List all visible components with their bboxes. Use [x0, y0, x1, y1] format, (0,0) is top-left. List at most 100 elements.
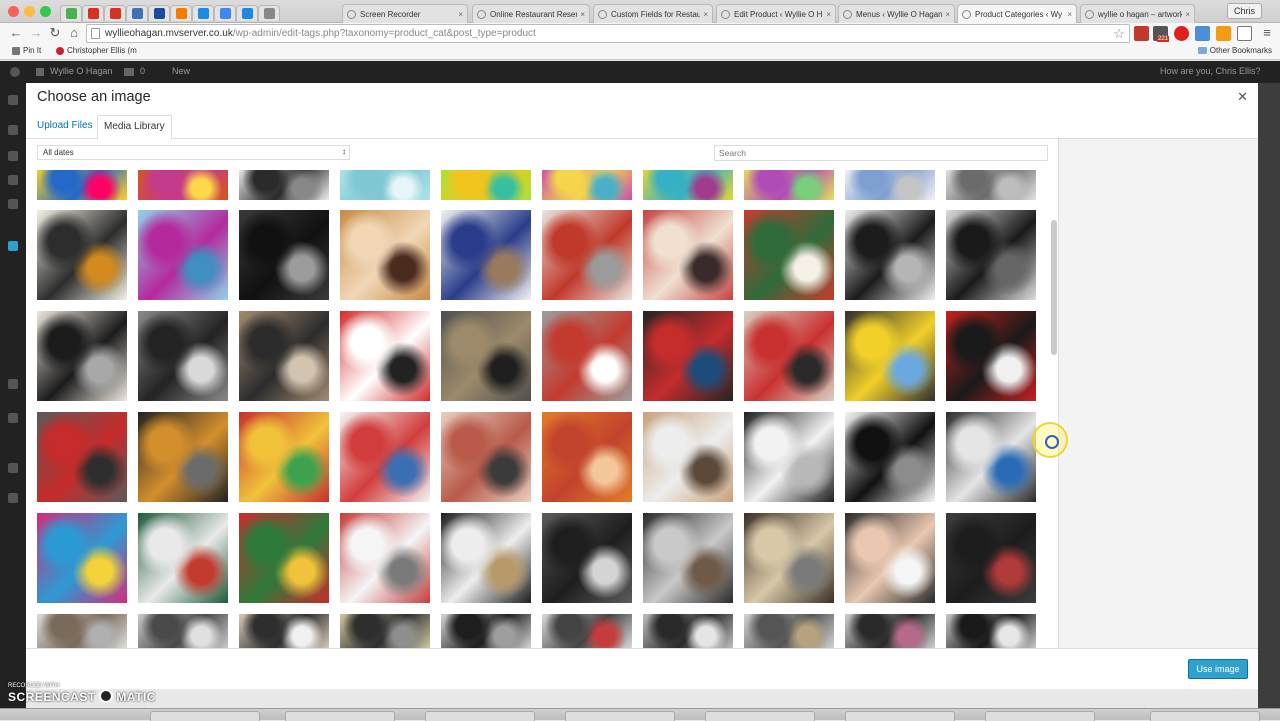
- zoom-window-icon[interactable]: [40, 6, 51, 17]
- pinned-tab[interactable]: [214, 5, 236, 21]
- media-thumbnail[interactable]: [643, 513, 733, 603]
- media-thumbnail[interactable]: [37, 412, 127, 502]
- browser-tab[interactable]: Menus ‹ Wyllie O Hagan ×: [838, 4, 955, 23]
- media-thumbnail[interactable]: [542, 311, 632, 401]
- close-window-icon[interactable]: [8, 6, 19, 17]
- menu-icon[interactable]: ≡: [1259, 25, 1275, 41]
- media-thumbnail[interactable]: [744, 210, 834, 300]
- media-thumbnail[interactable]: [542, 513, 632, 603]
- extension-new-icon[interactable]: [1195, 26, 1210, 41]
- media-thumbnail[interactable]: [340, 170, 430, 200]
- media-thumbnail[interactable]: [744, 311, 834, 401]
- media-thumbnail[interactable]: [946, 614, 1036, 648]
- tab-close-icon[interactable]: ×: [458, 10, 463, 19]
- pinned-tab[interactable]: [82, 5, 104, 21]
- media-thumbnail[interactable]: [138, 311, 228, 401]
- extension-mail-icon[interactable]: [1134, 26, 1149, 41]
- home-icon[interactable]: ⌂: [66, 25, 82, 41]
- extension-feed-icon[interactable]: [1216, 26, 1231, 41]
- home-icon[interactable]: [36, 68, 44, 76]
- browser-tab[interactable]: Custom Fields for Restau ×: [593, 4, 713, 23]
- media-thumbnail[interactable]: [239, 614, 329, 648]
- browser-tab[interactable]: Edit Product ‹ Wyllie O H ×: [716, 4, 836, 23]
- media-thumbnail[interactable]: [845, 513, 935, 603]
- media-thumbnail[interactable]: [643, 210, 733, 300]
- media-thumbnail[interactable]: [643, 311, 733, 401]
- comments-icon[interactable]: [124, 68, 134, 76]
- tab-close-icon[interactable]: ×: [703, 10, 708, 19]
- media-thumbnail[interactable]: [340, 210, 430, 300]
- media-thumbnail[interactable]: [37, 311, 127, 401]
- minimize-window-icon[interactable]: [24, 6, 35, 17]
- media-thumbnail[interactable]: [643, 170, 733, 200]
- pinned-tab[interactable]: [236, 5, 258, 21]
- media-thumbnail[interactable]: [542, 210, 632, 300]
- tab-close-icon[interactable]: ×: [826, 10, 831, 19]
- pinned-tab[interactable]: [258, 5, 280, 21]
- media-thumbnail[interactable]: [845, 614, 935, 648]
- bookmark-star-icon[interactable]: ☆: [1113, 26, 1125, 42]
- media-thumbnail[interactable]: [946, 311, 1036, 401]
- media-thumbnail[interactable]: [441, 513, 531, 603]
- pinned-tab[interactable]: [148, 5, 170, 21]
- address-bar[interactable]: wyllieohagan.mvserver.co.uk/wp-admin/edi…: [86, 24, 1130, 43]
- media-thumbnail[interactable]: [138, 210, 228, 300]
- media-thumbnail[interactable]: [946, 513, 1036, 603]
- media-thumbnail[interactable]: [441, 170, 531, 200]
- media-thumbnail[interactable]: [946, 170, 1036, 200]
- pinned-tab[interactable]: [170, 5, 192, 21]
- media-thumbnail[interactable]: [441, 614, 531, 648]
- media-thumbnail[interactable]: [340, 311, 430, 401]
- browser-tab[interactable]: Online Restaurant Reser ×: [472, 4, 590, 23]
- extension-square-icon[interactable]: [1237, 26, 1252, 41]
- media-thumbnail[interactable]: [138, 170, 228, 200]
- profile-button[interactable]: Chris: [1226, 3, 1262, 19]
- media-thumbnail[interactable]: [239, 513, 329, 603]
- media-thumbnail[interactable]: [845, 210, 935, 300]
- tab-close-icon[interactable]: ×: [1067, 10, 1072, 19]
- tab-upload-files[interactable]: Upload Files: [31, 115, 99, 140]
- scrollbar[interactable]: [1050, 170, 1058, 648]
- media-thumbnail[interactable]: [845, 170, 935, 200]
- media-thumbnail[interactable]: [138, 412, 228, 502]
- media-thumbnail[interactable]: [239, 170, 329, 200]
- other-bookmarks[interactable]: Other Bookmarks: [1197, 46, 1272, 55]
- media-thumbnail[interactable]: [37, 513, 127, 603]
- media-thumbnail[interactable]: [37, 614, 127, 648]
- media-thumbnail[interactable]: [643, 412, 733, 502]
- media-thumbnail[interactable]: [946, 210, 1036, 300]
- media-thumbnail[interactable]: [340, 513, 430, 603]
- comments-count[interactable]: 0: [140, 66, 145, 76]
- close-icon[interactable]: ✕: [1237, 89, 1248, 105]
- tab-close-icon[interactable]: ×: [945, 10, 950, 19]
- media-thumbnail[interactable]: [744, 614, 834, 648]
- new-label[interactable]: New: [172, 66, 190, 76]
- media-thumbnail[interactable]: [744, 412, 834, 502]
- wordpress-icon[interactable]: [10, 67, 20, 77]
- media-thumbnail[interactable]: [542, 412, 632, 502]
- media-thumbnail[interactable]: [744, 513, 834, 603]
- date-filter-select[interactable]: All dates: [37, 145, 350, 160]
- extension-badge-icon[interactable]: 221: [1153, 26, 1169, 42]
- back-icon[interactable]: ←: [8, 25, 24, 41]
- media-thumbnail[interactable]: [441, 210, 531, 300]
- greeting[interactable]: How are you, Chris Ellis?: [1160, 66, 1261, 76]
- media-thumbnail[interactable]: [441, 412, 531, 502]
- reload-icon[interactable]: ↻: [47, 25, 63, 41]
- pinned-tab[interactable]: [192, 5, 214, 21]
- opera-icon[interactable]: [1174, 26, 1189, 41]
- site-name[interactable]: Wyllie O Hagan: [50, 66, 112, 76]
- media-thumbnail[interactable]: [138, 513, 228, 603]
- media-thumbnail[interactable]: [643, 614, 733, 648]
- media-thumbnail[interactable]: [340, 412, 430, 502]
- browser-tab[interactable]: Screen Recorder ×: [342, 4, 468, 23]
- pinned-tab[interactable]: [104, 5, 126, 21]
- media-thumbnail[interactable]: [744, 170, 834, 200]
- media-thumbnail[interactable]: [542, 170, 632, 200]
- media-thumbnail[interactable]: [845, 412, 935, 502]
- media-thumbnail[interactable]: [138, 614, 228, 648]
- bookmark-pin-it[interactable]: Pin It: [12, 46, 41, 55]
- media-thumbnail[interactable]: [37, 170, 127, 200]
- media-thumbnail[interactable]: [239, 311, 329, 401]
- browser-tab[interactable]: Product Categories ‹ Wy ×: [957, 4, 1077, 23]
